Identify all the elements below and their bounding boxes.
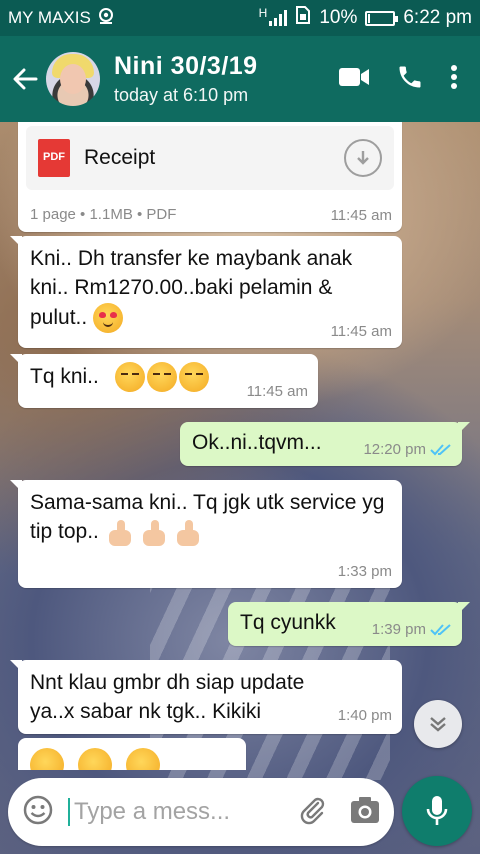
message-text: Kni.. Dh transfer ke maybank anak kni.. … — [30, 247, 353, 329]
download-arrow-icon — [357, 151, 369, 165]
message-text: Sama-sama kni.. Tq jgk utk service yg ti… — [30, 491, 385, 544]
compose-bar — [8, 778, 394, 846]
voice-message-button[interactable] — [402, 776, 472, 846]
incoming-message[interactable]: Kni.. Dh transfer ke maybank anak kni.. … — [10, 236, 402, 348]
more-options-button[interactable] — [450, 64, 458, 95]
chat-header: Nini 30/3/19 today at 6:10 pm — [0, 36, 480, 122]
incoming-message[interactable]: Sama-sama kni.. Tq jgk utk service yg ti… — [10, 480, 402, 588]
grinning-emoji — [125, 748, 160, 770]
emoji-button[interactable] — [22, 794, 54, 831]
smiley-icon — [23, 795, 53, 824]
attach-button[interactable] — [298, 795, 328, 830]
message-time: 1:33 pm — [337, 563, 392, 580]
message-time: 1:39 pm — [372, 619, 452, 640]
message-time: 11:45 am — [246, 383, 308, 400]
scroll-to-bottom-button[interactable] — [414, 700, 462, 748]
download-button[interactable] — [344, 139, 382, 177]
grinning-emoji — [30, 748, 64, 770]
kiss-emoji — [114, 362, 145, 393]
message-list[interactable]: PDF Receipt 1 page • 1.1MB • PDF 11:45 a… — [0, 122, 480, 770]
battery-percent: 10% — [319, 7, 358, 28]
network-type-label: H — [258, 6, 268, 20]
incoming-emoji-message[interactable] — [18, 738, 246, 770]
contact-info[interactable]: Nini 30/3/19 today at 6:10 pm — [114, 52, 338, 106]
outgoing-message[interactable]: Tq cyunkk 1:39 pm — [228, 602, 470, 646]
message-text: Nnt klau gmbr dh siap update ya..x sabar… — [30, 671, 305, 724]
video-call-button[interactable] — [338, 66, 370, 93]
clock: 6:22 pm — [403, 7, 472, 28]
voice-call-button[interactable] — [396, 63, 424, 96]
status-bar: MY MAXIS H 10% 6:22 pm — [0, 0, 480, 36]
thumbs-up-emoji — [173, 518, 203, 548]
back-arrow-icon — [13, 68, 38, 90]
location-icon — [97, 7, 115, 30]
document-card[interactable]: PDF Receipt — [26, 126, 394, 190]
signal-icon — [269, 10, 288, 26]
last-seen-status: today at 6:10 pm — [114, 85, 249, 105]
incoming-message[interactable]: Tq kni.. 11:45 am — [10, 354, 318, 408]
battery-icon — [365, 10, 399, 26]
message-text: Tq kni.. — [30, 365, 99, 388]
double-chevron-down-icon — [430, 717, 446, 732]
kiss-emoji — [146, 362, 177, 393]
grinning-emoji — [77, 748, 112, 770]
read-receipt-icon — [430, 623, 451, 635]
message-time: 11:45 am — [330, 323, 392, 340]
thumbs-up-emoji — [139, 518, 169, 548]
sim-icon — [295, 6, 311, 30]
message-text: Tq cyunkk — [240, 611, 336, 634]
contact-name: Nini 30/3/19 — [114, 52, 258, 80]
phone-icon — [399, 66, 421, 87]
paperclip-icon — [300, 797, 325, 824]
back-button[interactable] — [4, 49, 46, 109]
camera-icon — [351, 796, 379, 823]
read-receipt-icon — [430, 443, 451, 455]
carrier-label: MY MAXIS — [8, 8, 91, 27]
incoming-message[interactable]: Nnt klau gmbr dh siap update ya..x sabar… — [10, 660, 402, 734]
message-time-label: 1:39 pm — [371, 621, 426, 638]
video-camera-icon — [339, 67, 369, 86]
message-time: 1:40 pm — [337, 707, 392, 724]
camera-button[interactable] — [350, 796, 380, 829]
pdf-file-icon: PDF — [38, 139, 70, 177]
message-time: 11:45 am — [330, 207, 392, 224]
kebab-menu-icon — [451, 64, 457, 89]
kiss-emoji — [178, 362, 209, 393]
microphone-icon — [426, 796, 448, 825]
heart-eyes-emoji — [93, 303, 124, 334]
message-text: Ok..ni..tqvm... — [192, 431, 322, 454]
message-time: 12:20 pm — [363, 439, 452, 460]
document-name: Receipt — [84, 146, 156, 170]
contact-avatar[interactable] — [46, 52, 100, 106]
thumbs-up-emoji — [105, 518, 135, 548]
message-time-label: 12:20 pm — [363, 441, 426, 458]
document-message[interactable]: PDF Receipt 1 page • 1.1MB • PDF 11:45 a… — [18, 122, 402, 232]
outgoing-message[interactable]: Ok..ni..tqvm... 12:20 pm — [180, 422, 470, 466]
message-input[interactable] — [68, 798, 298, 826]
